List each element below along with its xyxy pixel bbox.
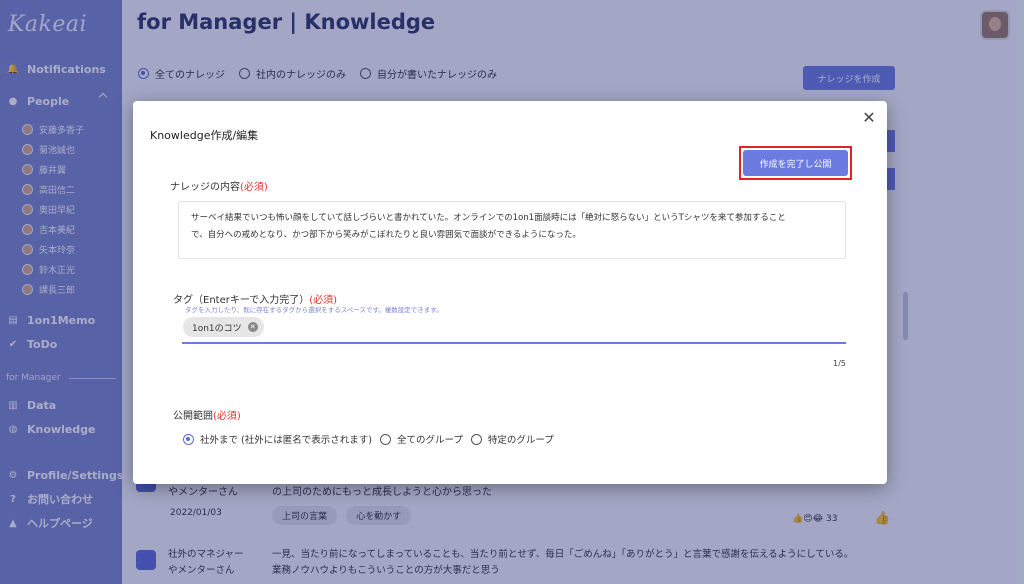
content-label: ナレッジの内容(必須) <box>170 182 268 193</box>
required-mark: (必須) <box>213 411 241 422</box>
publish-button[interactable]: 作成を完了し公開 <box>743 150 848 176</box>
scope-specific-group[interactable]: 特定のグループ <box>470 432 554 446</box>
modal-title: Knowledge作成/編集 <box>150 129 259 142</box>
scope-all-groups[interactable]: 全てのグループ <box>379 432 463 446</box>
close-icon[interactable]: ✕ <box>861 110 877 126</box>
radio-icon <box>470 433 482 445</box>
tag-hint: タグを入力したり、既に存在するタグから選択をするスペースです。複数設定できます。 <box>185 306 443 314</box>
tag-chip[interactable]: 1on1のコツ ✕ <box>183 317 264 337</box>
tag-counter: 1/5 <box>833 359 846 368</box>
knowledge-edit-modal: Knowledge作成/編集 ✕ 作成を完了し公開 ナレッジの内容(必須) サー… <box>133 101 887 484</box>
scope-label: 公開範囲(必須) <box>173 411 241 422</box>
radio-checked-icon <box>183 433 194 445</box>
required-mark: (必須) <box>240 182 268 193</box>
scope-options: 社外まで (社外には匿名で表示されます) 全てのグループ 特定のグループ <box>183 432 562 446</box>
remove-tag-icon[interactable]: ✕ <box>247 322 258 332</box>
content-line: サーベイ結果でいつも怖い顔をしていて話しづらいと書かれていた。オンラインでの1o… <box>191 213 786 223</box>
content-textarea[interactable]: サーベイ結果でいつも怖い顔をしていて話しづらいと書かれていた。オンラインでの1o… <box>178 201 846 259</box>
content-line: で、自分への戒めとなり、かつ部下から笑みがこぼれたりと良い雰囲気で面談ができるよ… <box>191 230 581 240</box>
scope-external[interactable]: 社外まで (社外には匿名で表示されます) <box>183 432 372 446</box>
radio-icon <box>379 433 391 445</box>
tag-input[interactable] <box>182 342 846 344</box>
